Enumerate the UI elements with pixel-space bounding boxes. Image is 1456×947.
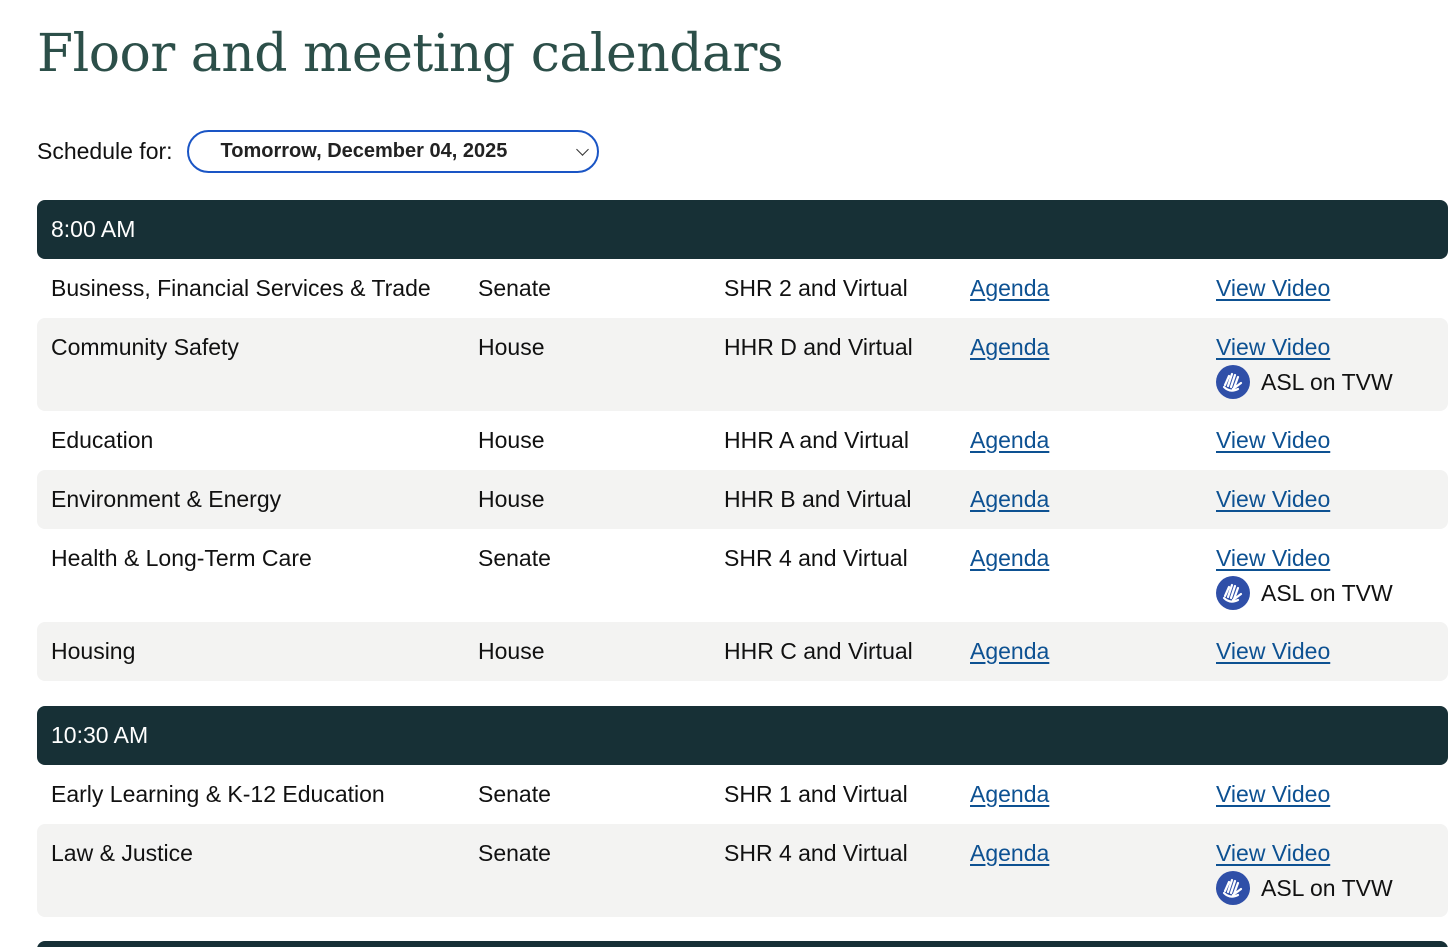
time-header: 10:30 AM (37, 706, 1448, 765)
room: HHR D and Virtual (724, 334, 913, 360)
room: SHR 2 and Virtual (724, 275, 908, 301)
asl-signing-hands-icon (1216, 871, 1250, 905)
meeting-row: Education House HHR A and Virtual Agenda… (37, 411, 1448, 470)
meeting-row: Law & Justice Senate SHR 4 and Virtual A… (37, 824, 1448, 917)
chamber: Senate (478, 781, 551, 807)
time-header: 8:00 AM (37, 200, 1448, 259)
schedule-selector-row: Schedule for: Tomorrow, December 04, 202… (37, 130, 599, 173)
asl-label: ASL on TVW (1261, 874, 1393, 901)
asl-on-tvw-link[interactable]: ASL on TVW (1216, 365, 1393, 399)
chamber: House (478, 638, 545, 664)
view-video-link[interactable]: View Video (1216, 259, 1330, 318)
meeting-row: Early Learning & K-12 Education Senate S… (37, 765, 1448, 824)
asl-on-tvw-link[interactable]: ASL on TVW (1216, 871, 1393, 905)
meeting-row: Community Safety House HHR D and Virtual… (37, 318, 1448, 411)
meeting-row: Housing House HHR C and Virtual Agenda V… (37, 622, 1448, 681)
room: HHR C and Virtual (724, 638, 913, 664)
room: SHR 4 and Virtual (724, 840, 908, 866)
time-header-next (37, 941, 1448, 947)
committee-name: Early Learning & K-12 Education (51, 781, 385, 807)
view-video-link[interactable]: View Video (1216, 765, 1330, 824)
agenda-link[interactable]: Agenda (970, 765, 1049, 824)
committee-name: Community Safety (51, 334, 239, 360)
asl-signing-hands-icon (1216, 576, 1250, 610)
committee-name: Business, Financial Services & Trade (51, 275, 431, 301)
chamber: Senate (478, 275, 551, 301)
room: SHR 1 and Virtual (724, 781, 908, 807)
agenda-link[interactable]: Agenda (970, 259, 1049, 318)
chamber: Senate (478, 545, 551, 571)
committee-name: Education (51, 427, 154, 453)
agenda-link[interactable]: Agenda (970, 318, 1049, 377)
committee-name: Housing (51, 638, 136, 664)
date-select-value: Tomorrow, December 04, 2025 (220, 140, 508, 162)
chamber: House (478, 486, 545, 512)
meeting-row: Environment & Energy House HHR B and Vir… (37, 470, 1448, 529)
chamber: House (478, 334, 545, 360)
meeting-row: Business, Financial Services & Trade Sen… (37, 259, 1448, 318)
meeting-row: Health & Long-Term Care Senate SHR 4 and… (37, 529, 1448, 622)
asl-signing-hands-icon (1216, 365, 1250, 399)
chamber: Senate (478, 840, 551, 866)
room: HHR B and Virtual (724, 486, 912, 512)
view-video-link[interactable]: View Video (1216, 470, 1330, 529)
agenda-link[interactable]: Agenda (970, 622, 1049, 681)
committee-name: Environment & Energy (51, 486, 282, 512)
committee-name: Health & Long-Term Care (51, 545, 312, 571)
committee-name: Law & Justice (51, 840, 193, 866)
room: HHR A and Virtual (724, 427, 909, 453)
view-video-link[interactable]: View Video (1216, 411, 1330, 470)
view-video-link[interactable]: View Video (1216, 622, 1330, 681)
asl-label: ASL on TVW (1261, 368, 1393, 395)
agenda-link[interactable]: Agenda (970, 470, 1049, 529)
date-select[interactable]: Tomorrow, December 04, 2025 (186, 130, 599, 173)
room: SHR 4 and Virtual (724, 545, 908, 571)
chevron-down-icon (575, 143, 589, 156)
schedule-label: Schedule for: (37, 138, 173, 164)
agenda-link[interactable]: Agenda (970, 411, 1049, 470)
agenda-link[interactable]: Agenda (970, 824, 1049, 883)
agenda-link[interactable]: Agenda (970, 529, 1049, 588)
chamber: House (478, 427, 545, 453)
asl-on-tvw-link[interactable]: ASL on TVW (1216, 576, 1393, 610)
asl-label: ASL on TVW (1261, 579, 1393, 606)
page-title: Floor and meeting calendars (37, 24, 784, 84)
